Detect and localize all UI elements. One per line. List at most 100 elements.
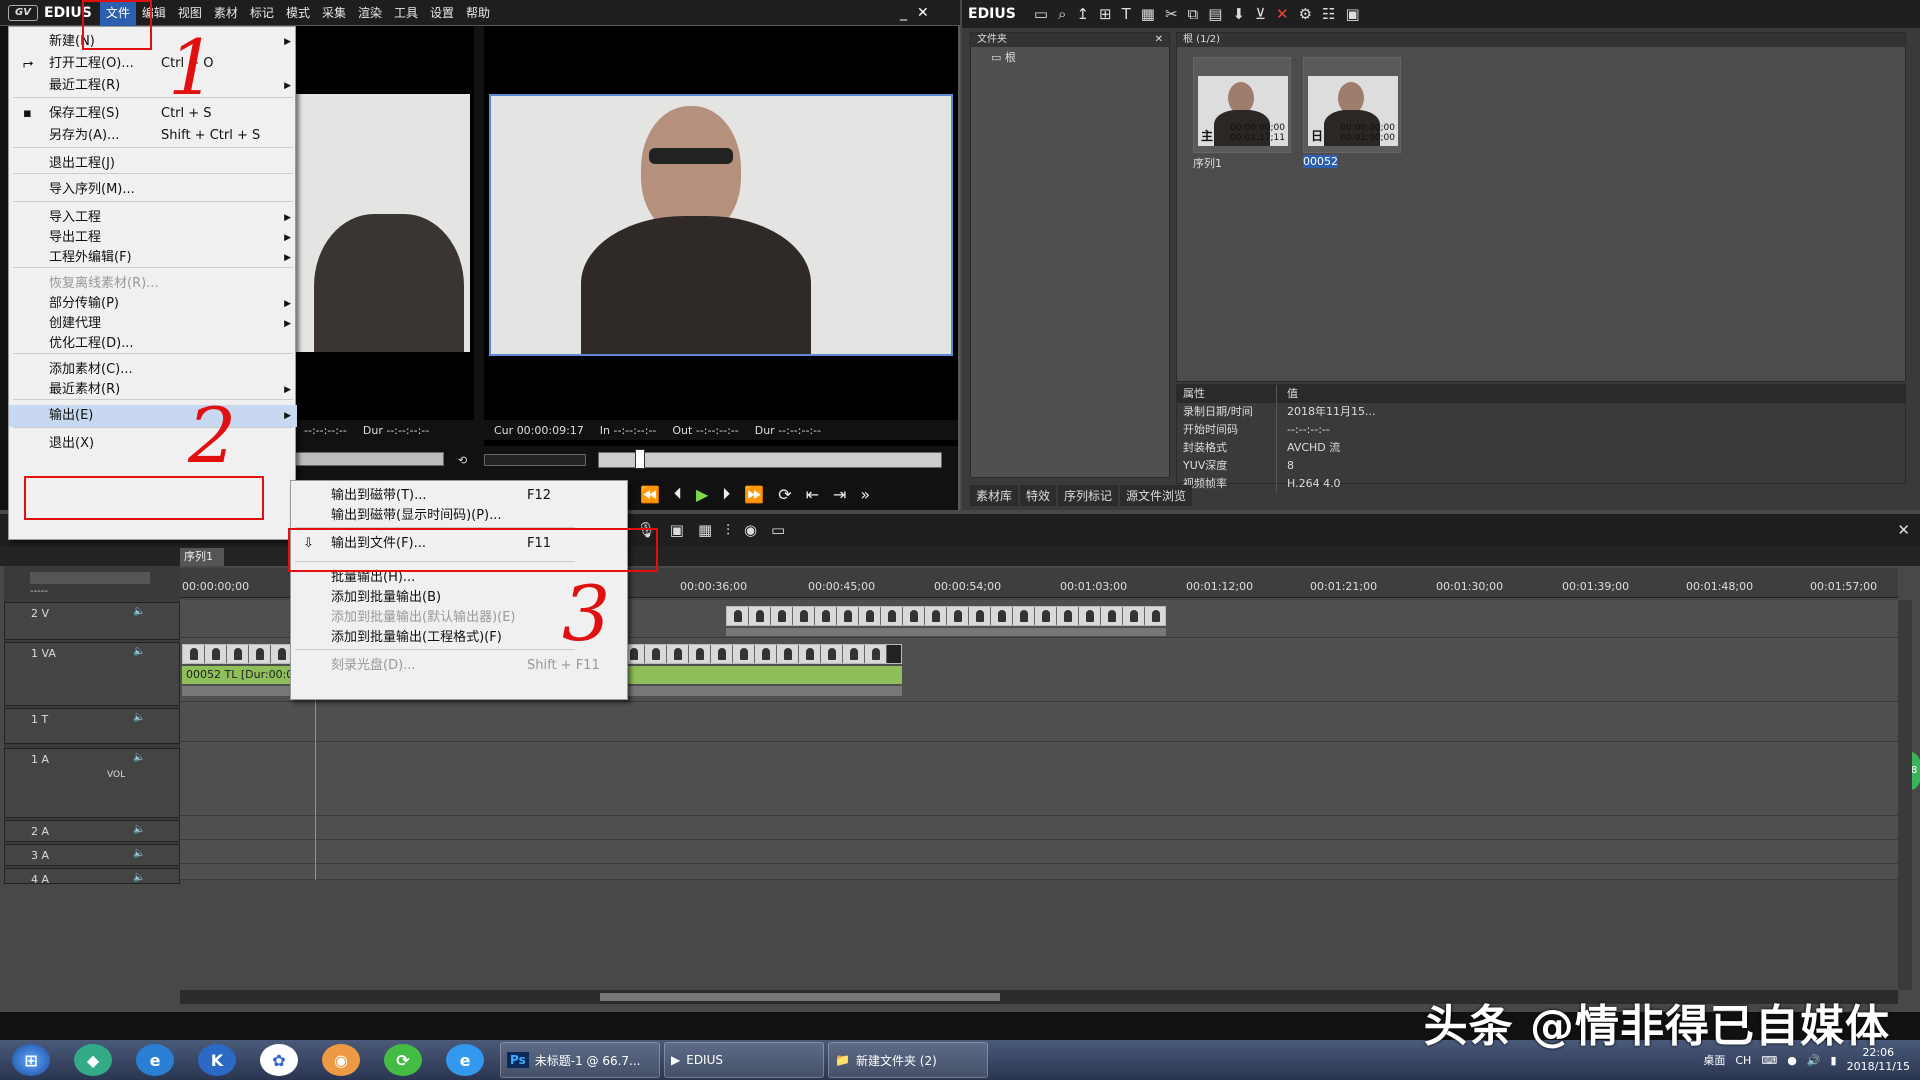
- timeline-vscroll[interactable]: [1898, 600, 1912, 990]
- root-folder[interactable]: ▭ 根: [971, 47, 1169, 65]
- set-out-icon[interactable]: ⇥: [833, 485, 846, 504]
- step-back-icon[interactable]: ⏴: [674, 484, 682, 504]
- browser-icon[interactable]: ◉: [322, 1044, 360, 1076]
- clip-2v-filmstrip[interactable]: [726, 606, 1166, 626]
- file-menu-item-4[interactable]: 另存为(A)... Shift + Ctrl + S: [9, 125, 297, 147]
- file-menu-item-6[interactable]: 导入序列(M)...: [9, 179, 297, 201]
- properties-icon[interactable]: ⚙: [1299, 5, 1312, 23]
- network-icon[interactable]: ▮: [1831, 1054, 1837, 1067]
- wechat-icon[interactable]: ●: [1787, 1054, 1797, 1067]
- file-menu-item-13[interactable]: 优化工程(D)...: [9, 333, 297, 355]
- window-icon[interactable]: ▣: [1346, 5, 1360, 23]
- taskbar-task-1[interactable]: ▶ EDIUS: [664, 1042, 824, 1078]
- cut-icon[interactable]: ✂: [1165, 5, 1178, 23]
- clip-name[interactable]: 序列1: [1193, 155, 1222, 171]
- meter-icon[interactable]: ◉: [744, 521, 757, 539]
- title-icon[interactable]: T: [1122, 5, 1131, 23]
- ie-icon[interactable]: e: [136, 1044, 174, 1076]
- track-header-2[interactable]: 1 T 🔈: [4, 708, 180, 744]
- fast-forward-icon[interactable]: ⏩: [744, 485, 764, 504]
- file-menu-item-3[interactable]: ▪ 保存工程(S) Ctrl + S: [9, 103, 297, 125]
- menu-item-10[interactable]: 帮助: [460, 0, 496, 26]
- desktop-label[interactable]: 桌面: [1703, 1052, 1725, 1068]
- clip-card[interactable]: 主 00:00:00;00 00:01:17;11: [1193, 57, 1291, 153]
- step-forward-icon[interactable]: ⏵: [722, 484, 730, 504]
- menu-item-8[interactable]: 工具: [388, 0, 424, 26]
- view-icon[interactable]: ☷: [1322, 5, 1335, 23]
- minimize-button[interactable]: _: [900, 5, 907, 21]
- menu-item-2[interactable]: 视图: [172, 0, 208, 26]
- clip-card[interactable]: 日 00:00:00;00 00:02:00;00: [1303, 57, 1401, 153]
- bin-tab-3[interactable]: 源文件浏览: [1120, 484, 1193, 506]
- bin-tab-0[interactable]: 素材库: [970, 484, 1019, 506]
- track-4a[interactable]: [180, 866, 1898, 880]
- menu-item-4[interactable]: 标记: [244, 0, 280, 26]
- taskbar-task-2[interactable]: 📁 新建文件夹 (2): [828, 1042, 988, 1078]
- close-button[interactable]: ✕: [917, 5, 929, 21]
- file-menu-item-0[interactable]: 新建(N) ▶: [9, 31, 297, 53]
- delete-icon[interactable]: ✕: [1276, 5, 1289, 23]
- file-menu-item-1[interactable]: ⮣ 打开工程(O)... Ctrl + O: [9, 53, 297, 75]
- paste-icon[interactable]: ▤: [1208, 5, 1222, 23]
- update-icon[interactable]: ⟳: [384, 1044, 422, 1076]
- file-menu-item-14[interactable]: 添加素材(C)...: [9, 359, 297, 381]
- keyboard-icon[interactable]: ⌨: [1761, 1054, 1777, 1067]
- track-1t[interactable]: [180, 706, 1898, 742]
- loop-play-icon[interactable]: ⟳: [778, 485, 791, 504]
- menu-item-9[interactable]: 设置: [424, 0, 460, 26]
- folder-icon[interactable]: ▭: [1034, 5, 1048, 23]
- color-bar-icon[interactable]: ▦: [1141, 5, 1155, 23]
- clip-name[interactable]: 00052: [1303, 155, 1338, 168]
- playhead-line[interactable]: [315, 700, 316, 880]
- set-in-icon[interactable]: ⇤: [806, 485, 819, 504]
- k-app-icon[interactable]: K: [198, 1044, 236, 1076]
- track-2a[interactable]: [180, 818, 1898, 840]
- speaker-icon[interactable]: 🔈: [133, 824, 145, 835]
- search-icon[interactable]: ⌕: [1058, 5, 1066, 23]
- hscroll-thumb[interactable]: [600, 993, 1000, 1001]
- track-header-0[interactable]: 2 V 🔈: [4, 602, 180, 640]
- file-menu-item-7[interactable]: 导入工程 ▶: [9, 207, 297, 229]
- rewind-icon[interactable]: ⏪: [640, 485, 660, 504]
- open-clip-icon[interactable]: ⊞: [1099, 5, 1112, 23]
- copy-icon[interactable]: ⧉: [1188, 5, 1199, 23]
- bin-tab-2[interactable]: 序列标记: [1058, 484, 1119, 506]
- output-submenu-item-0[interactable]: 输出到磁带(T)... F12: [291, 485, 629, 507]
- track-header-1[interactable]: 1 VA 🔈: [4, 642, 180, 706]
- speaker-icon[interactable]: 🔈: [133, 606, 145, 617]
- scrubber-handle[interactable]: [635, 449, 645, 469]
- taskbar-task-0[interactable]: Ps 未标题-1 @ 66.7...: [500, 1042, 660, 1078]
- speaker-icon[interactable]: 🔈: [133, 872, 145, 883]
- insert-icon[interactable]: ⊻: [1255, 5, 1266, 23]
- menu-item-5[interactable]: 模式: [280, 0, 316, 26]
- lang-label[interactable]: CH: [1735, 1054, 1751, 1067]
- file-menu-item-11[interactable]: 部分传输(P) ▶: [9, 293, 297, 315]
- menu-item-3[interactable]: 素材: [208, 0, 244, 26]
- file-menu-item-16[interactable]: 输出(E) ▶: [9, 405, 297, 427]
- start-icon[interactable]: ⊞: [12, 1044, 50, 1076]
- app-launcher-icon[interactable]: ◆: [74, 1044, 112, 1076]
- jog-slider[interactable]: [484, 454, 586, 466]
- recorder-scrubber[interactable]: [598, 449, 942, 469]
- folder-pane-close-icon[interactable]: ✕: [1155, 33, 1163, 47]
- file-menu-item-17[interactable]: 退出(X): [9, 433, 297, 455]
- track-3a[interactable]: [180, 842, 1898, 864]
- track-header-3[interactable]: 1 A VOL 🔈: [4, 748, 180, 818]
- output-submenu-item-1[interactable]: 输出到磁带(显示时间码)(P)...: [291, 505, 629, 527]
- menu-item-7[interactable]: 渲染: [352, 0, 388, 26]
- render-icon[interactable]: ▣: [670, 521, 684, 539]
- menu-item-6[interactable]: 采集: [316, 0, 352, 26]
- file-menu-item-9[interactable]: 工程外编辑(F) ▶: [9, 247, 297, 269]
- play-icon[interactable]: ▶: [696, 485, 708, 504]
- file-menu-item-15[interactable]: 最近素材(R) ▶: [9, 379, 297, 401]
- file-menu-item-2[interactable]: 最近工程(R) ▶: [9, 75, 297, 97]
- ie2-icon[interactable]: e: [446, 1044, 484, 1076]
- loop-icon[interactable]: ⟲: [458, 454, 474, 467]
- track-header-4[interactable]: 2 A 🔈: [4, 820, 180, 842]
- mixer-icon[interactable]: ⫶: [726, 521, 730, 539]
- file-menu-item-5[interactable]: 退出工程(J): [9, 153, 297, 175]
- timeline-close-icon[interactable]: ✕: [1897, 521, 1910, 539]
- bin-tab-1[interactable]: 特效: [1020, 484, 1057, 506]
- speaker-icon[interactable]: 🔈: [133, 646, 145, 657]
- track-header-5[interactable]: 3 A 🔈: [4, 844, 180, 866]
